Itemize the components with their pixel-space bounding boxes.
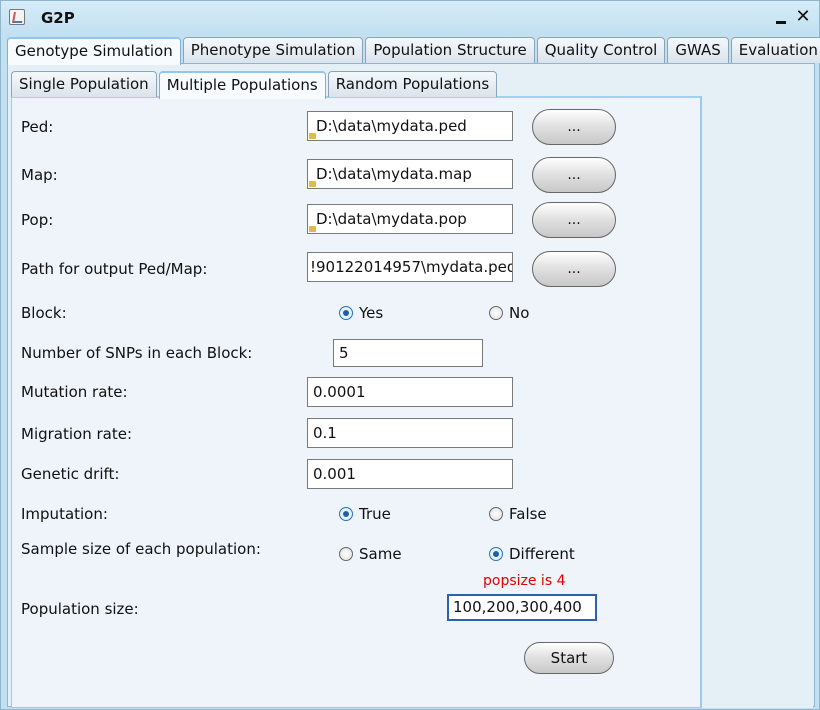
map-path-value: D:\data\mydata.map — [316, 165, 472, 183]
snps-label: Number of SNPs in each Block: — [21, 344, 253, 362]
popsize-note: popsize is 4 — [483, 573, 566, 589]
migration-rate-label: Migration rate: — [21, 425, 133, 443]
imputation-true-radio[interactable]: True — [339, 505, 391, 523]
sample-size-different-label: Different — [509, 545, 575, 563]
map-path-field[interactable]: D:\data\mydata.map — [307, 159, 513, 189]
migration-rate-value: 0.1 — [313, 424, 337, 442]
snps-value: 5 — [339, 344, 349, 362]
imputation-true-label: True — [359, 505, 391, 523]
lock-icon — [309, 181, 316, 187]
pop-browse-button[interactable]: ... — [532, 202, 616, 238]
tab-genotype-simulation[interactable]: Genotype Simulation — [7, 37, 181, 65]
panel-filler — [701, 96, 813, 708]
tab-gwas[interactable]: GWAS — [667, 37, 729, 63]
radio-unselected-icon — [339, 547, 353, 561]
java-app-icon — [9, 9, 25, 25]
ped-path-value: D:\data\mydata.ped — [316, 117, 467, 135]
tab-random-populations[interactable]: Random Populations — [327, 71, 498, 97]
ped-label: Ped: — [21, 118, 54, 136]
imputation-false-label: False — [509, 505, 547, 523]
lock-icon — [309, 226, 316, 232]
title-bar: G2P ✕ — [1, 1, 819, 35]
sample-size-different-radio[interactable]: Different — [489, 545, 575, 563]
map-browse-button[interactable]: ... — [532, 157, 616, 193]
radio-selected-icon — [339, 306, 353, 320]
window-title: G2P — [41, 9, 75, 27]
tab-phenotype-simulation[interactable]: Phenotype Simulation — [182, 37, 364, 63]
radio-selected-icon — [339, 507, 353, 521]
output-browse-button[interactable]: ... — [532, 251, 616, 287]
minimize-button[interactable] — [771, 7, 791, 27]
mutation-rate-input[interactable]: 0.0001 — [307, 377, 513, 407]
snps-input[interactable]: 5 — [333, 339, 483, 367]
genetic-drift-label: Genetic drift: — [21, 465, 120, 483]
output-path-value: !90122014957\mydata.ped — [310, 258, 513, 276]
app-window: G2P ✕ Genotype Simulation Phenotype Simu… — [0, 0, 820, 710]
sample-size-label: Sample size of each population: — [21, 540, 261, 558]
block-yes-radio[interactable]: Yes — [339, 304, 383, 322]
ped-path-field[interactable]: D:\data\mydata.ped — [307, 111, 513, 141]
tab-multiple-populations[interactable]: Multiple Populations — [158, 71, 326, 99]
radio-unselected-icon — [489, 507, 503, 521]
tab-population-structure[interactable]: Population Structure — [365, 37, 535, 63]
map-label: Map: — [21, 166, 58, 184]
imputation-false-radio[interactable]: False — [489, 505, 547, 523]
sample-size-same-radio[interactable]: Same — [339, 545, 402, 563]
sample-size-same-label: Same — [359, 545, 402, 563]
lock-icon — [309, 133, 316, 139]
tab-quality-control[interactable]: Quality Control — [536, 37, 666, 63]
tab-single-population[interactable]: Single Population — [11, 71, 157, 97]
population-size-input[interactable]: 100,200,300,400 — [447, 594, 597, 621]
ped-browse-button[interactable]: ... — [532, 109, 616, 145]
radio-selected-icon — [489, 547, 503, 561]
population-size-label: Population size: — [21, 600, 139, 618]
main-tab-bar: Genotype Simulation Phenotype Simulation… — [7, 37, 820, 65]
genetic-drift-value: 0.001 — [313, 465, 356, 483]
output-path-label: Path for output Ped/Map: — [21, 260, 208, 278]
sub-tab-bar: Single Population Multiple Populations R… — [11, 71, 499, 99]
mutation-rate-value: 0.0001 — [313, 383, 366, 401]
block-label: Block: — [21, 304, 67, 322]
pop-path-value: D:\data\mydata.pop — [316, 210, 467, 228]
tab-evaluation[interactable]: Evaluation — [730, 37, 820, 63]
pop-label: Pop: — [21, 211, 54, 229]
pop-path-field[interactable]: D:\data\mydata.pop — [307, 204, 513, 234]
migration-rate-input[interactable]: 0.1 — [307, 418, 513, 448]
population-size-value: 100,200,300,400 — [453, 598, 582, 616]
imputation-label: Imputation: — [21, 505, 108, 523]
genetic-drift-input[interactable]: 0.001 — [307, 459, 513, 489]
radio-unselected-icon — [489, 306, 503, 320]
block-no-label: No — [509, 304, 530, 322]
start-button[interactable]: Start — [524, 642, 614, 674]
close-button[interactable]: ✕ — [793, 7, 813, 27]
output-path-field[interactable]: !90122014957\mydata.ped — [307, 252, 513, 282]
mutation-rate-label: Mutation rate: — [21, 383, 128, 401]
block-yes-label: Yes — [359, 304, 384, 322]
block-no-radio[interactable]: No — [489, 304, 529, 322]
